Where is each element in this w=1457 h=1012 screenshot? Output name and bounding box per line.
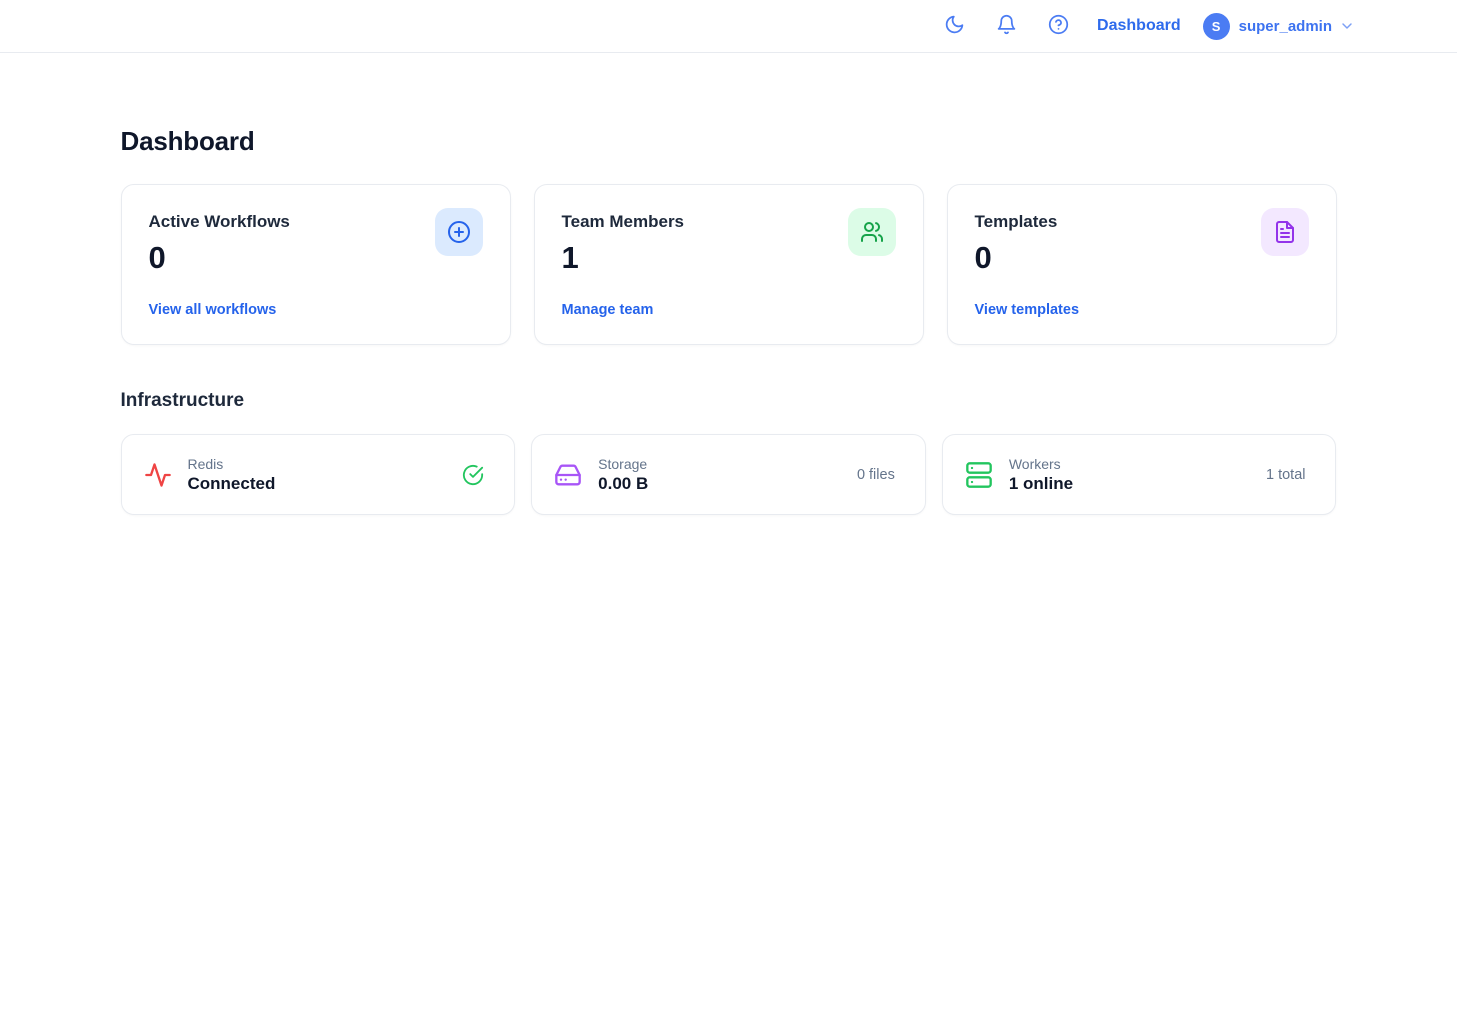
help-button[interactable] [1039, 7, 1077, 45]
file-text-icon [1261, 208, 1309, 256]
main-content: Dashboard Active Workflows 0 View all wo… [121, 53, 1337, 515]
infra-card-text: Workers 1 online [1009, 456, 1073, 494]
stat-card-text: Team Members 1 [562, 212, 685, 276]
activity-icon [144, 461, 172, 489]
infra-card-label: Storage [598, 456, 648, 472]
manage-team-link[interactable]: Manage team [562, 302, 654, 318]
stat-card-team-members: Team Members 1 Manage team [534, 184, 924, 345]
infra-card-label: Redis [188, 456, 276, 472]
infra-card-label: Workers [1009, 456, 1073, 472]
infra-card-redis: Redis Connected [121, 434, 516, 515]
view-all-workflows-link[interactable]: View all workflows [149, 302, 277, 318]
plus-circle-icon [435, 208, 483, 256]
stat-card-value: 1 [562, 240, 685, 276]
avatar: S [1203, 13, 1230, 40]
infra-card-storage: Storage 0.00 B 0 files [531, 434, 926, 515]
bell-icon [996, 14, 1017, 38]
stat-card-top: Active Workflows 0 [149, 212, 483, 276]
user-menu[interactable]: S super_admin [1203, 13, 1355, 40]
stat-card-text: Active Workflows 0 [149, 212, 290, 276]
infra-card-value: Connected [188, 474, 276, 494]
stat-card-value: 0 [975, 240, 1058, 276]
stat-card-top: Templates 0 [975, 212, 1309, 276]
infra-card-right-text: 1 total [1266, 467, 1306, 483]
stat-card-text: Templates 0 [975, 212, 1058, 276]
stat-card-top: Team Members 1 [562, 212, 896, 276]
infra-card-value: 0.00 B [598, 474, 648, 494]
page-title: Dashboard [121, 126, 1337, 157]
stat-card-title: Templates [975, 212, 1058, 232]
header-actions: Dashboard S super_admin [935, 7, 1355, 45]
hard-drive-icon [554, 461, 582, 489]
infra-card-workers: Workers 1 online 1 total [942, 434, 1337, 515]
stat-card-active-workflows: Active Workflows 0 View all workflows [121, 184, 511, 345]
infra-card-right-text: 0 files [857, 467, 895, 483]
stat-card-title: Team Members [562, 212, 685, 232]
dark-mode-toggle[interactable] [935, 7, 973, 45]
check-circle-icon [462, 464, 484, 486]
username: super_admin [1239, 18, 1332, 35]
chevron-down-icon [1339, 18, 1355, 34]
stat-card-templates: Templates 0 View templates [947, 184, 1337, 345]
infra-card-text: Storage 0.00 B [598, 456, 648, 494]
nav-dashboard-link[interactable]: Dashboard [1097, 17, 1181, 35]
moon-icon [944, 14, 965, 38]
infra-card-text: Redis Connected [188, 456, 276, 494]
top-header: Dashboard S super_admin [0, 0, 1457, 53]
server-icon [965, 461, 993, 489]
stat-card-title: Active Workflows [149, 212, 290, 232]
infrastructure-section-title: Infrastructure [121, 390, 1337, 412]
notifications-button[interactable] [987, 7, 1025, 45]
stat-card-value: 0 [149, 240, 290, 276]
users-icon [848, 208, 896, 256]
infra-grid: Redis Connected Storage 0.00 B 0 files W… [121, 434, 1337, 515]
help-icon [1048, 14, 1069, 38]
infra-card-value: 1 online [1009, 474, 1073, 494]
stats-grid: Active Workflows 0 View all workflows Te… [121, 184, 1337, 345]
view-templates-link[interactable]: View templates [975, 302, 1080, 318]
